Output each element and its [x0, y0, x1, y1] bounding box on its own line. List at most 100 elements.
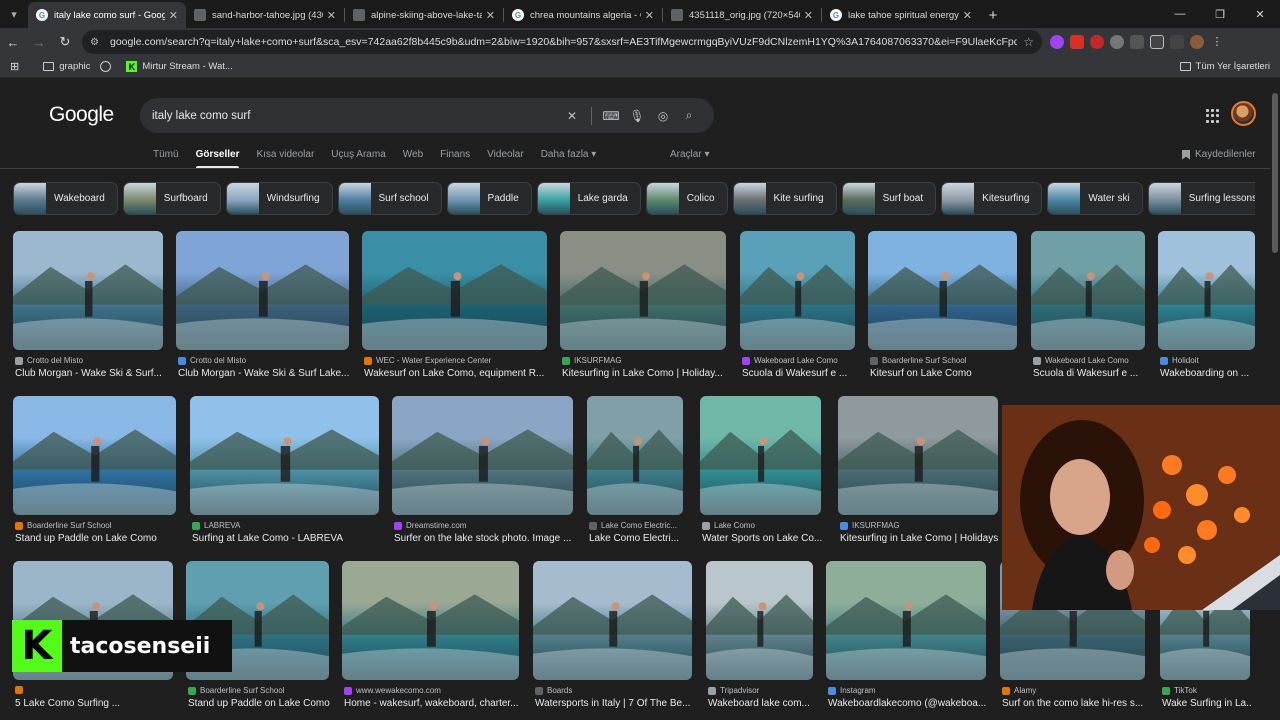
browser-tab[interactable]: Glake tahoe spiritual energy - Go ✕ — [822, 2, 980, 28]
related-chip[interactable]: Surfboard — [122, 182, 221, 215]
search-tab[interactable]: Uçuş Arama — [331, 149, 385, 160]
result-thumbnail[interactable] — [1031, 231, 1145, 350]
result-source[interactable]: Lake Como — [702, 521, 823, 530]
extension-icon[interactable] — [1130, 35, 1144, 49]
keyboard-icon[interactable]: ⌨ — [598, 109, 624, 123]
result-thumbnail[interactable] — [392, 396, 573, 515]
extension-icon[interactable] — [1050, 35, 1064, 49]
account-avatar[interactable] — [1231, 101, 1256, 126]
result-title[interactable]: Watersports in Italy | 7 Of The Be... — [535, 698, 694, 709]
result-title[interactable]: Lake Como Electri... — [589, 533, 685, 544]
adblock-icon[interactable] — [1070, 35, 1084, 49]
close-tab-icon[interactable]: ✕ — [486, 9, 495, 22]
result-thumbnail[interactable] — [740, 231, 855, 350]
result-title[interactable]: Surfing at Lake Como - LABREVA — [192, 533, 381, 544]
reading-list-icon[interactable] — [1170, 35, 1184, 49]
result-title[interactable]: Home - wakesurf, wakeboard, charter... — [344, 698, 521, 709]
tab-search-icon[interactable]: ▾ — [0, 0, 28, 28]
result-title[interactable]: Club Morgan - Wake Ski & Surf Lake... — [178, 368, 351, 379]
result-title[interactable]: Surf on the como lake hi-res s... — [1002, 698, 1147, 709]
search-icon[interactable]: ⌕ — [676, 108, 702, 123]
result-thumbnail[interactable] — [587, 396, 683, 515]
search-tab[interactable]: Tümü — [153, 149, 179, 160]
result-source[interactable]: LABREVA — [192, 521, 381, 530]
menu-icon[interactable]: ⋮ — [1210, 35, 1224, 49]
close-tab-icon[interactable]: ✕ — [645, 9, 654, 22]
result-thumbnail[interactable] — [868, 231, 1017, 350]
bookmark-globe[interactable] — [100, 61, 116, 72]
search-tab[interactable]: Finans — [440, 149, 470, 160]
result-thumbnail[interactable] — [362, 231, 547, 350]
result-thumbnail[interactable] — [706, 561, 813, 680]
result-title[interactable]: Wakeboarding on ... — [1160, 368, 1257, 379]
related-chip[interactable]: Windsurfing — [225, 182, 333, 215]
search-input[interactable]: italy lake como surf — [152, 110, 559, 122]
clear-icon[interactable]: ✕ — [559, 109, 585, 123]
result-source[interactable]: WEC - Water Experience Center — [364, 356, 549, 365]
result-source[interactable]: TikTok — [1162, 686, 1252, 695]
related-chip[interactable]: Surfing lessons — [1147, 182, 1255, 215]
restore-icon[interactable]: ❐ — [1200, 8, 1240, 21]
tools-menu[interactable]: Araçlar ▾ — [670, 149, 709, 160]
result-source[interactable] — [15, 686, 175, 694]
browser-tab[interactable]: Gchrea mountains algeria - Goog ✕ — [504, 2, 662, 28]
reload-button[interactable]: ↻ — [52, 29, 78, 55]
close-tab-icon[interactable]: ✕ — [804, 9, 813, 22]
result-source[interactable]: Boarderline Surf School — [15, 521, 178, 530]
new-tab-button[interactable]: + — [980, 2, 1006, 28]
result-source[interactable]: www.wewakecomo.com — [344, 686, 521, 695]
result-title[interactable]: Water Sports on Lake Co... — [702, 533, 823, 544]
result-title[interactable]: Wake Surfing in La... — [1162, 698, 1252, 709]
close-tab-icon[interactable]: ✕ — [169, 9, 178, 22]
result-thumbnail[interactable] — [838, 396, 998, 515]
related-chip[interactable]: Water ski — [1047, 182, 1143, 215]
google-apps-icon[interactable] — [1206, 109, 1220, 123]
result-thumbnail[interactable] — [533, 561, 692, 680]
result-thumbnail[interactable] — [176, 231, 349, 350]
result-title[interactable]: Scuola di Wakesurf e ... — [742, 368, 857, 379]
bookmark-star-icon[interactable]: ☆ — [1023, 35, 1034, 49]
browser-tab[interactable]: 4351118_orig.jpg (720×540) ✕ — [663, 2, 821, 28]
result-thumbnail[interactable] — [342, 561, 519, 680]
result-thumbnail[interactable] — [1158, 231, 1255, 350]
result-source[interactable]: IKSURFMAG — [840, 521, 1000, 530]
search-tab[interactable]: Kısa videolar — [256, 149, 314, 160]
search-box[interactable]: italy lake como surf ✕ ⌨ 🎙 ◎ ⌕ — [140, 98, 714, 133]
close-window-icon[interactable]: ✕ — [1240, 8, 1280, 21]
related-chip[interactable]: Colico — [645, 182, 728, 215]
profile-avatar[interactable] — [1190, 35, 1204, 49]
microphone-icon[interactable]: 🎙 — [624, 109, 650, 123]
result-source[interactable]: Wakeboard Lake Como — [1033, 356, 1147, 365]
lens-icon[interactable]: ◎ — [650, 109, 676, 123]
search-tab[interactable]: Görseller — [195, 149, 239, 169]
result-source[interactable]: Holidoit — [1160, 356, 1257, 365]
forward-button[interactable]: → — [26, 29, 52, 55]
result-source[interactable]: Instagram — [828, 686, 988, 695]
result-source[interactable]: IKSURFMAG — [562, 356, 728, 365]
close-tab-icon[interactable]: ✕ — [963, 9, 972, 22]
back-button[interactable]: ← — [0, 29, 26, 55]
google-logo[interactable]: Google — [49, 103, 114, 127]
bookmark-graphic[interactable]: graphic — [43, 61, 90, 72]
result-source[interactable]: Boards — [535, 686, 694, 695]
bookmark-mirtur[interactable]: K Mirtur Stream - Wat... — [126, 61, 233, 72]
related-chip[interactable]: Kite surfing — [732, 182, 837, 215]
result-title[interactable]: Wakeboardlakecomo (@wakeboa... — [828, 698, 988, 709]
result-title[interactable]: Wakeboard lake com... — [708, 698, 815, 709]
result-title[interactable]: Surfer on the lake stock photo. Image ..… — [394, 533, 575, 544]
result-title[interactable]: Scuola di Wakesurf e ... — [1033, 368, 1147, 379]
related-chip[interactable]: Paddle — [446, 182, 532, 215]
result-source[interactable]: Crotto del Misto — [178, 356, 351, 365]
result-source[interactable]: Dreamstime.com — [394, 521, 575, 530]
result-source[interactable]: Wakeboard Lake Como — [742, 356, 857, 365]
result-thumbnail[interactable] — [13, 396, 176, 515]
result-thumbnail[interactable] — [700, 396, 821, 515]
result-title[interactable]: Stand up Paddle on Lake Como — [188, 698, 331, 709]
result-title[interactable]: Kitesurfing in Lake Como | Holidays ar..… — [840, 533, 1000, 544]
browser-tab[interactable]: sand-harbor-tahoe.jpg (430×3 ✕ — [186, 2, 344, 28]
related-chip[interactable]: Lake garda — [536, 182, 641, 215]
saved-button[interactable]: Kaydedilenler — [1182, 149, 1256, 160]
result-title[interactable]: Stand up Paddle on Lake Como — [15, 533, 178, 544]
related-chip[interactable]: Wakeboard — [13, 182, 118, 215]
result-thumbnail[interactable] — [826, 561, 986, 680]
